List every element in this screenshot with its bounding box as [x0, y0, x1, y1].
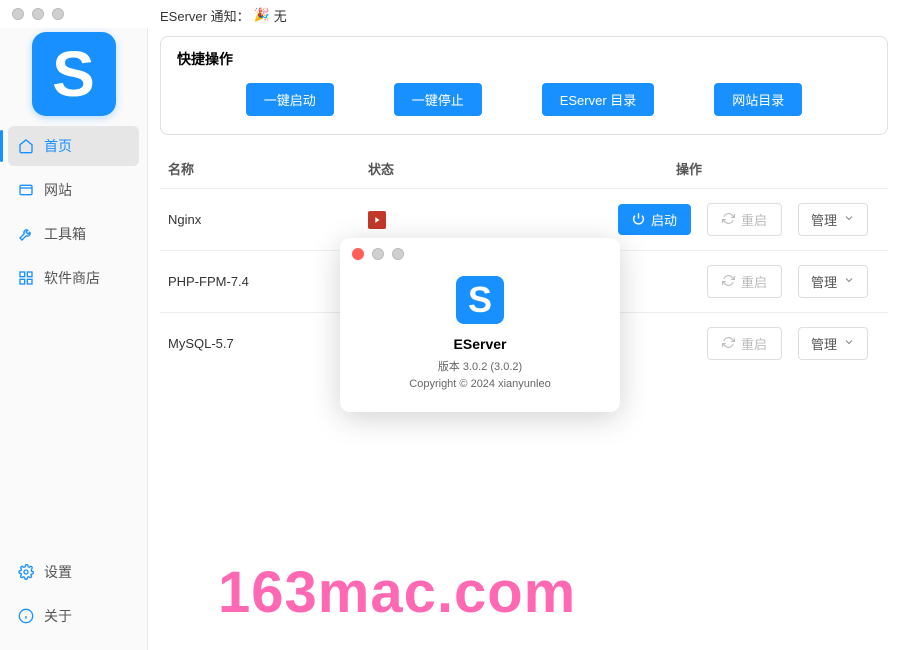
button-label: 重启: [741, 334, 767, 353]
service-name: Nginx: [168, 212, 368, 227]
maximize-dot[interactable]: [392, 248, 404, 260]
party-icon: 🎉: [254, 7, 270, 23]
window-icon: [18, 182, 34, 198]
start-button[interactable]: 启动: [618, 204, 691, 235]
manage-dropdown[interactable]: 管理: [798, 203, 868, 236]
one-click-stop-button[interactable]: 一键停止: [394, 83, 482, 116]
refresh-icon: [722, 212, 735, 228]
about-dialog: S EServer 版本 3.0.2 (3.0.2) Copyright © 2…: [340, 238, 620, 412]
app-logo: S: [32, 32, 116, 116]
refresh-icon: [722, 274, 735, 290]
restart-button[interactable]: 重启: [707, 265, 782, 298]
grid-icon: [18, 270, 34, 286]
sidebar-item-home[interactable]: 首页: [8, 126, 139, 166]
close-dot[interactable]: [352, 248, 364, 260]
manage-dropdown[interactable]: 管理: [798, 265, 868, 298]
notice-text: 无: [274, 6, 287, 25]
sidebar-item-label: 网站: [44, 180, 72, 200]
button-label: 管理: [811, 272, 837, 291]
logo-container: S: [0, 28, 147, 126]
sidebar-item-label: 工具箱: [44, 224, 86, 244]
nav-main: 首页 网站 工具箱 软件商店: [0, 126, 147, 552]
about-logo: S: [456, 276, 504, 324]
button-label: 启动: [651, 210, 677, 229]
about-body: S EServer 版本 3.0.2 (3.0.2) Copyright © 2…: [340, 270, 620, 412]
button-label: 管理: [811, 210, 837, 229]
sidebar-item-label: 首页: [44, 136, 72, 156]
sidebar-item-label: 软件商店: [44, 268, 100, 288]
manage-dropdown[interactable]: 管理: [798, 327, 868, 360]
sidebar-item-label: 设置: [44, 562, 72, 582]
nav-bottom: 设置 关于: [0, 552, 147, 650]
notice-prefix: EServer 通知：: [160, 6, 250, 25]
one-click-start-button[interactable]: 一键启动: [246, 83, 334, 116]
maximize-dot[interactable]: [52, 8, 64, 20]
chevron-down-icon: [843, 212, 855, 227]
service-name: MySQL-5.7: [168, 336, 368, 351]
restart-button[interactable]: 重启: [707, 327, 782, 360]
quick-buttons-row: 一键启动 一键停止 EServer 目录 网站目录: [177, 83, 871, 116]
info-icon: [18, 608, 34, 624]
sidebar-item-toolbox[interactable]: 工具箱: [8, 214, 139, 254]
sidebar-item-label: 关于: [44, 606, 72, 626]
gear-icon: [18, 564, 34, 580]
sidebar-item-websites[interactable]: 网站: [8, 170, 139, 210]
service-status: [368, 211, 498, 229]
about-version: 版本 3.0.2 (3.0.2): [438, 358, 522, 374]
quick-actions-panel: 快捷操作 一键启动 一键停止 EServer 目录 网站目录: [160, 36, 888, 135]
power-icon: [632, 212, 645, 228]
sidebar-item-store[interactable]: 软件商店: [8, 258, 139, 298]
home-icon: [18, 138, 34, 154]
website-dir-button[interactable]: 网站目录: [714, 83, 802, 116]
service-name: PHP-FPM-7.4: [168, 274, 368, 289]
about-copyright: Copyright © 2024 xianyunleo: [409, 378, 550, 390]
eserver-dir-button[interactable]: EServer 目录: [542, 83, 655, 116]
sidebar-item-settings[interactable]: 设置: [8, 552, 139, 592]
restart-button[interactable]: 重启: [707, 203, 782, 236]
sidebar: S 首页 网站 工具箱: [0, 28, 148, 650]
quick-actions-title: 快捷操作: [177, 49, 871, 69]
header-status: 状态: [368, 159, 498, 178]
table-header-row: 名称 状态 操作: [160, 149, 888, 188]
wrench-icon: [18, 226, 34, 242]
chevron-down-icon: [843, 336, 855, 351]
notice-bar: EServer 通知： 🎉 无: [148, 0, 900, 30]
about-window-controls: [340, 238, 620, 270]
header-name: 名称: [168, 159, 368, 178]
minimize-dot[interactable]: [372, 248, 384, 260]
minimize-dot[interactable]: [32, 8, 44, 20]
sidebar-item-about[interactable]: 关于: [8, 596, 139, 636]
chevron-down-icon: [843, 274, 855, 289]
status-stopped-icon: [368, 211, 386, 229]
button-label: 管理: [811, 334, 837, 353]
button-label: 重启: [741, 210, 767, 229]
about-title: EServer: [454, 336, 507, 352]
refresh-icon: [722, 336, 735, 352]
header-actions: 操作: [498, 159, 880, 178]
button-label: 重启: [741, 272, 767, 291]
close-dot[interactable]: [12, 8, 24, 20]
